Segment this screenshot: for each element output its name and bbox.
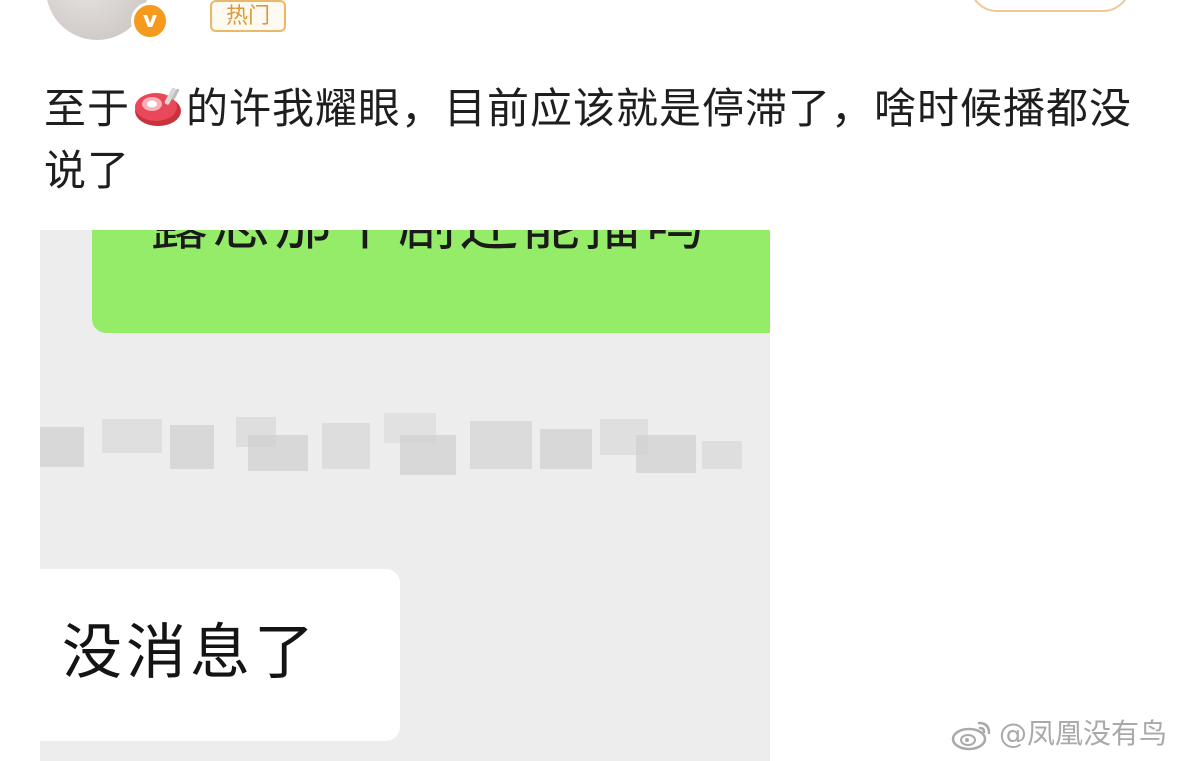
watermark-text: @凤凰没有鸟	[998, 717, 1167, 750]
steak-emoji-icon	[135, 87, 182, 126]
post-text-prefix: 至于	[44, 84, 131, 133]
hot-tag: 热门	[210, 0, 287, 32]
follow-button[interactable]	[969, 0, 1131, 12]
post-text: 至于 的许我耀眼，目前应该就是停滞了，啥时候播都没说了	[44, 78, 1144, 202]
post-text-body: 的许我耀眼，目前应该就是停滞了，啥时候播都没说了	[44, 84, 1133, 195]
watermark: @凤凰没有鸟	[951, 717, 1167, 751]
weibo-logo-icon	[951, 721, 991, 751]
blurred-message-content	[40, 405, 770, 495]
outgoing-message-text: 露思那个剧还能播吗	[150, 230, 708, 258]
incoming-message-text: 没消息了	[62, 618, 318, 688]
outgoing-message-bubble: 露思那个剧还能播吗	[92, 230, 770, 333]
chat-screenshot-image[interactable]: 露思那个剧还能播吗 没消息了	[40, 230, 770, 761]
incoming-message-bubble: 没消息了	[40, 569, 400, 741]
verified-badge: v	[131, 2, 169, 40]
